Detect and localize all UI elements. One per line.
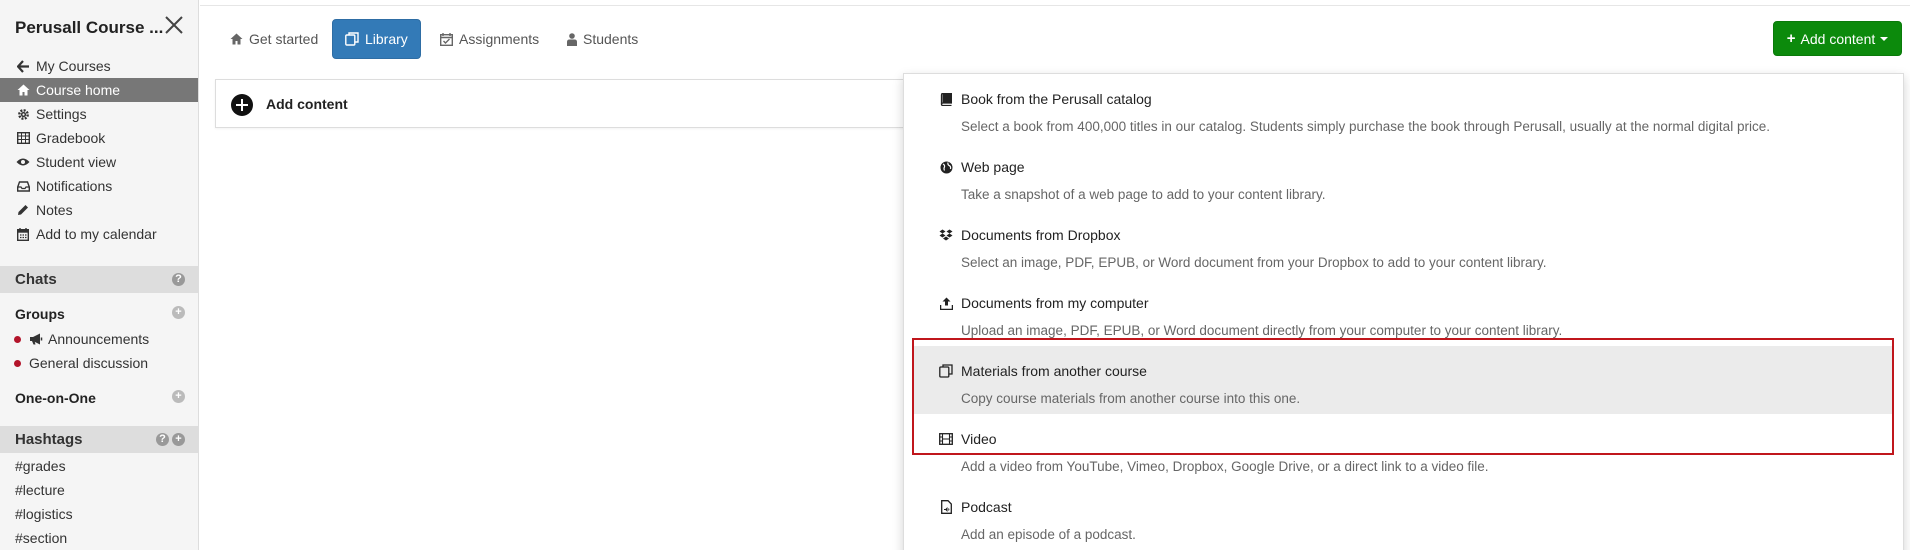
sidebar-item-gradebook[interactable]: Gradebook bbox=[0, 126, 198, 150]
plus-circle-icon bbox=[231, 94, 253, 116]
tab-label: Assignments bbox=[459, 31, 540, 47]
menu-item-description: Add an episode of a podcast. bbox=[961, 527, 1136, 542]
add-content-panel[interactable]: Add content bbox=[215, 79, 915, 128]
chat-item-label: Announcements bbox=[48, 331, 150, 347]
megaphone-icon bbox=[29, 333, 43, 345]
user-icon bbox=[567, 32, 577, 46]
menu-item-title: Documents from my computer bbox=[961, 295, 1149, 311]
sidebar-item-notes[interactable]: Notes bbox=[0, 198, 198, 222]
hashtag-item[interactable]: #section bbox=[15, 530, 67, 546]
help-icon[interactable]: ? bbox=[172, 273, 185, 286]
copy-icon bbox=[939, 363, 953, 379]
add-group-icon[interactable]: + bbox=[172, 306, 185, 319]
gear-icon bbox=[16, 107, 30, 121]
table-icon bbox=[16, 131, 30, 145]
add-content-dropdown: Book from the Perusall catalog Select a … bbox=[903, 73, 1904, 550]
hashtag-item[interactable]: #logistics bbox=[15, 506, 73, 522]
globe-icon bbox=[939, 159, 953, 175]
sidebar-item-label: My Courses bbox=[36, 58, 111, 74]
sidebar-item-student-view[interactable]: Student view bbox=[0, 150, 198, 174]
menu-item-video[interactable]: Video Add a video from YouTube, Vimeo, D… bbox=[914, 414, 1894, 482]
menu-item-description: Select an image, PDF, EPUB, or Word docu… bbox=[961, 255, 1547, 270]
tab-assignments[interactable]: Assignments bbox=[428, 19, 551, 59]
menu-item-dropbox[interactable]: Documents from Dropbox Select an image, … bbox=[914, 210, 1894, 278]
menu-item-description: Copy course materials from another cours… bbox=[961, 391, 1301, 406]
menu-item-perusall-catalog[interactable]: Book from the Perusall catalog Select a … bbox=[914, 74, 1894, 142]
hashtag-item[interactable]: #grades bbox=[15, 458, 66, 474]
menu-item-title: Video bbox=[961, 431, 997, 447]
menu-item-my-computer[interactable]: Documents from my computer Upload an ima… bbox=[914, 278, 1894, 346]
menu-item-title: Book from the Perusall catalog bbox=[961, 91, 1152, 107]
menu-item-title: Web page bbox=[961, 159, 1025, 175]
film-icon bbox=[939, 431, 953, 447]
menu-item-title: Documents from Dropbox bbox=[961, 227, 1121, 243]
add-content-label: Add content bbox=[1800, 30, 1876, 47]
sidebar-item-course-home[interactable]: Course home bbox=[0, 78, 198, 102]
upload-icon bbox=[939, 295, 953, 311]
tab-library[interactable]: Library bbox=[332, 19, 421, 59]
top-border bbox=[200, 0, 1910, 6]
calendar-icon bbox=[16, 227, 30, 241]
menu-item-web-page[interactable]: Web page Take a snapshot of a web page t… bbox=[914, 142, 1894, 210]
sidebar-item-label: Course home bbox=[36, 82, 121, 98]
menu-item-title: Podcast bbox=[961, 499, 1012, 515]
chat-item-general-discussion[interactable]: General discussion bbox=[14, 355, 148, 371]
tab-label: Get started bbox=[249, 31, 319, 47]
sidebar-item-label: Notes bbox=[36, 202, 73, 218]
arrow-left-icon bbox=[16, 59, 30, 73]
tab-label: Library bbox=[365, 31, 408, 47]
tab-label: Students bbox=[583, 31, 639, 47]
sidebar-item-my-courses[interactable]: My Courses bbox=[0, 54, 198, 78]
sidebar-nav: My Courses Course home Settings Gradeboo… bbox=[0, 54, 198, 246]
chat-item-label: General discussion bbox=[29, 355, 149, 371]
tab-students[interactable]: Students bbox=[555, 19, 650, 59]
menu-item-description: Select a book from 400,000 titles in our… bbox=[961, 119, 1770, 134]
sidebar-item-add-calendar[interactable]: Add to my calendar bbox=[0, 222, 198, 246]
menu-item-another-course[interactable]: Materials from another course Copy cours… bbox=[914, 346, 1894, 414]
one-on-one-header: One-on-One bbox=[15, 390, 96, 406]
inbox-icon bbox=[16, 179, 30, 193]
tab-get-started[interactable]: Get started bbox=[218, 19, 330, 59]
chevron-down-icon bbox=[1880, 36, 1889, 41]
sidebar-item-settings[interactable]: Settings bbox=[0, 102, 198, 126]
sidebar-item-label: Settings bbox=[36, 106, 87, 122]
audio-file-icon bbox=[939, 499, 953, 515]
help-icon[interactable]: ? bbox=[156, 433, 169, 446]
pencil-icon bbox=[16, 203, 30, 217]
home-icon bbox=[16, 83, 30, 97]
copy-icon bbox=[345, 32, 359, 46]
book-icon bbox=[939, 91, 953, 107]
plus-icon: + bbox=[1786, 30, 1796, 47]
hashtags-header: Hashtags bbox=[0, 426, 198, 453]
hashtag-item[interactable]: #lecture bbox=[15, 482, 65, 498]
sidebar-item-label: Add to my calendar bbox=[36, 226, 157, 242]
unread-dot bbox=[14, 335, 21, 343]
menu-item-description: Take a snapshot of a web page to add to … bbox=[961, 187, 1326, 202]
sidebar-item-label: Notifications bbox=[36, 178, 113, 194]
calendar-check-icon bbox=[440, 32, 453, 46]
sidebar-item-label: Gradebook bbox=[36, 130, 106, 146]
sidebar: Perusall Course ... My Courses Course ho… bbox=[0, 0, 199, 550]
add-content-panel-label: Add content bbox=[266, 96, 348, 112]
chat-item-announcements[interactable]: Announcements bbox=[14, 331, 149, 347]
close-icon[interactable] bbox=[163, 14, 185, 36]
menu-item-title: Materials from another course bbox=[961, 363, 1147, 379]
menu-item-podcast[interactable]: Podcast Add an episode of a podcast. bbox=[914, 482, 1894, 550]
sidebar-item-notifications[interactable]: Notifications bbox=[0, 174, 198, 198]
menu-item-description: Add a video from YouTube, Vimeo, Dropbox… bbox=[961, 459, 1489, 474]
course-title[interactable]: Perusall Course ... bbox=[15, 18, 175, 38]
home-icon bbox=[230, 33, 243, 45]
add-hashtag-icon[interactable]: + bbox=[172, 433, 185, 446]
groups-header: Groups bbox=[15, 306, 65, 322]
add-conversation-icon[interactable]: + bbox=[172, 390, 185, 403]
sidebar-item-label: Student view bbox=[36, 154, 117, 170]
dropbox-icon bbox=[939, 227, 953, 243]
chats-header: Chats bbox=[0, 266, 198, 293]
eye-icon bbox=[16, 155, 30, 169]
menu-item-description: Upload an image, PDF, EPUB, or Word docu… bbox=[961, 323, 1563, 338]
unread-dot bbox=[14, 359, 21, 367]
add-content-button[interactable]: + Add content bbox=[1773, 21, 1902, 56]
